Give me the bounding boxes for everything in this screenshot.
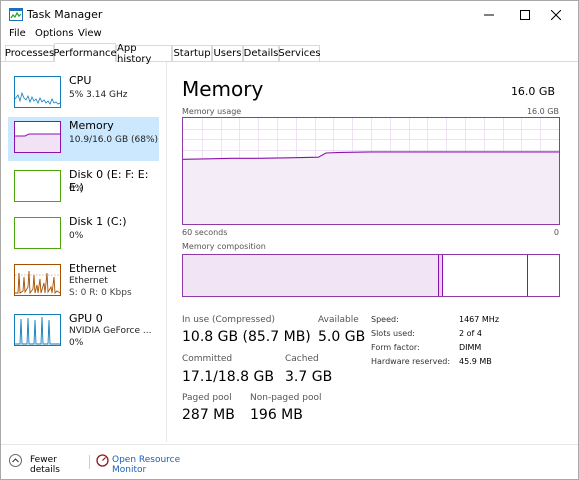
spec-label-form-factor: Form factor: [371,343,420,352]
memory-usage-graph [182,117,560,225]
chevron-up-icon [9,454,22,467]
tab-performance[interactable]: Performance [53,43,117,62]
footer-bar: Fewer details Open Resource Monitor [1,444,578,479]
memory-composition-label: Memory composition [182,242,266,251]
sidebar-item-throughput: S: 0 R: 0 Kbps [69,288,132,298]
gpu-graph-icon [14,314,61,346]
sidebar-item-label: Disk 1 (C:) [69,215,127,228]
sidebar-item-detail: 10.9/16.0 GB (68%) [69,135,159,145]
sidebar-item-detail: 0% [69,184,84,194]
paged-pool-label: Paged pool [182,393,232,403]
spec-label-hardware-reserved: Hardware reserved: [371,357,451,366]
composition-free [528,255,559,296]
disk-graph-icon [14,170,61,202]
cpu-graph-icon [14,76,61,108]
menu-view[interactable]: View [78,28,102,39]
disk-graph-icon [14,217,61,249]
committed-value: 17.1/18.8 GB [182,369,274,385]
spec-value-slots: 2 of 4 [459,329,482,338]
sidebar-item-label: CPU [69,74,92,87]
sidebar-item-disk-0[interactable]: Disk 0 (E: F: E: E:) 0% [8,166,159,210]
sidebar-item-detail: 0% [69,231,84,241]
task-manager-window: Task Manager File Options View Processes… [0,0,579,480]
spec-label-speed: Speed: [371,315,399,324]
cached-label: Cached [285,354,319,364]
memory-usage-max: 16.0 GB [526,107,559,116]
open-resource-monitor-label: Open Resource Monitor [112,455,181,475]
memory-composition-bar [182,254,560,297]
sidebar-item-disk-1[interactable]: Disk 1 (C:) 0% [8,213,159,257]
sidebar-item-gpu-0[interactable]: GPU 0 NVIDIA GeForce ... 0% [8,310,159,354]
menu-bar: File Options View [1,28,578,44]
sidebar-item-detail: NVIDIA GeForce ... [69,326,152,336]
non-paged-pool-label: Non-paged pool [250,393,322,403]
composition-in-use [183,255,439,296]
tab-users[interactable]: Users [212,45,243,61]
tab-app-history[interactable]: App history [116,43,172,65]
window-title: Task Manager [27,8,103,21]
resource-monitor-icon [96,454,109,467]
tab-bar: Processes Performance App history Startu… [1,43,578,65]
task-manager-icon [9,8,23,21]
maximize-icon [520,9,530,20]
memory-total: 16.0 GB [510,85,555,98]
minimize-icon [484,14,494,15]
sidebar-item-cpu[interactable]: CPU 5% 3.14 GHz [8,72,159,116]
available-label: Available [318,315,359,325]
footer-divider [89,455,90,469]
cached-value: 3.7 GB [285,369,333,385]
open-resource-monitor-link[interactable]: Open Resource Monitor [96,453,216,475]
tab-services[interactable]: Services [278,45,321,61]
sidebar-item-label: Ethernet [69,262,117,275]
sidebar-item-label: GPU 0 [69,312,103,325]
menu-file[interactable]: File [9,28,26,39]
spec-label-slots: Slots used: [371,329,415,338]
memory-usage-label: Memory usage [182,107,242,116]
sidebar-item-memory[interactable]: Memory 10.9/16.0 GB (68%) [8,117,159,161]
non-paged-pool-value: 196 MB [250,407,303,423]
spec-value-speed: 1467 MHz [459,315,500,324]
spec-value-form-factor: DIMM [459,343,482,352]
paged-pool-value: 287 MB [182,407,235,423]
sidebar-item-usage: 0% [69,338,84,348]
in-use-value: 10.8 GB (85.7 MB) [182,329,311,345]
committed-label: Committed [182,354,233,364]
time-zero-label: 0 [553,228,559,237]
available-value: 5.0 GB [318,329,366,345]
tab-details[interactable]: Details [243,45,279,61]
sidebar-item-ethernet[interactable]: Ethernet Ethernet S: 0 R: 0 Kbps [8,260,159,304]
sidebar-item-label: Memory [69,119,114,132]
title-bar[interactable]: Task Manager [1,1,578,28]
page-title: Memory [182,77,264,101]
spec-value-hardware-reserved: 45.9 MB [459,357,492,366]
memory-graph-icon [14,121,61,153]
fewer-details-label: Fewer details [30,455,60,475]
tab-processes[interactable]: Processes [5,45,54,61]
resource-sidebar: CPU 5% 3.14 GHz Memory 10.9/16.0 GB (68%… [1,62,167,442]
close-icon [551,9,561,20]
close-button[interactable] [534,1,578,28]
tab-startup[interactable]: Startup [172,45,212,61]
time-span-label: 60 seconds [182,228,228,237]
sidebar-item-detail: 5% 3.14 GHz [69,90,128,100]
in-use-label: In use (Compressed) [182,315,275,325]
menu-options[interactable]: Options [35,28,74,39]
network-graph-icon [14,264,61,296]
composition-standby [443,255,528,296]
sidebar-item-detail: Ethernet [69,276,108,286]
fewer-details-button[interactable]: Fewer details [9,453,87,475]
